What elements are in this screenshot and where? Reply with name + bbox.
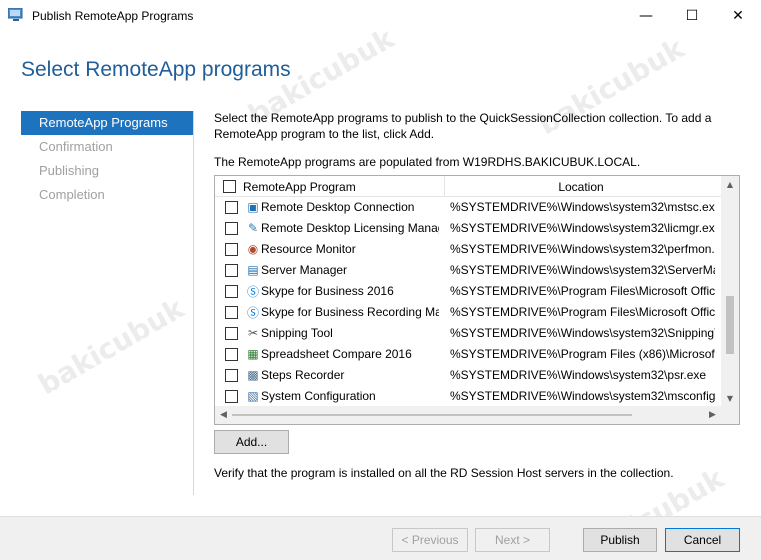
scissors-icon: ✂ (247, 326, 259, 340)
list-item[interactable]: ✂ Snipping Tool %SYSTEMDRIVE%\Windows\syst… (215, 323, 721, 344)
maximize-icon: ☐ (685, 7, 699, 24)
program-checkbox[interactable] (225, 348, 238, 361)
program-location: %SYSTEMDRIVE%\Windows\system32\ServerMan… (450, 263, 715, 277)
wizard-nav: RemoteApp Programs Confirmation Publishi… (21, 111, 193, 207)
nav-item-remoteapp-programs[interactable]: RemoteApp Programs (21, 111, 193, 135)
program-name: Skype for Business Recording Manager (261, 305, 439, 319)
program-name: System Configuration (261, 389, 376, 403)
list-header: RemoteApp Program Location (215, 176, 721, 197)
program-location: %SYSTEMDRIVE%\Program Files (x86)\Micros… (450, 347, 715, 361)
watermark: bakicubuk (32, 291, 190, 402)
list-item[interactable]: Ⓢ Skype for Business 2016 %SYSTEMDRIVE%\Pr… (215, 281, 721, 302)
scroll-right-icon[interactable]: ▶ (704, 406, 721, 424)
cancel-button[interactable]: Cancel (665, 528, 740, 552)
program-checkbox[interactable] (225, 201, 238, 214)
list-item[interactable]: ⓈSkype for Business Recording Manager %SY… (215, 302, 721, 323)
nav-item-completion: Completion (39, 187, 105, 202)
remote-desktop-icon: ▣ (247, 200, 259, 214)
program-rows: ▣ Remote Desktop Connection %SYSTEMDRIVE%\… (215, 197, 721, 407)
horizontal-scroll-thumb[interactable] (232, 414, 632, 416)
previous-button[interactable]: < Previous (392, 528, 468, 552)
program-checkbox[interactable] (225, 369, 238, 382)
steps-recorder-icon: ▩ (247, 368, 259, 382)
publish-button[interactable]: Publish (583, 528, 657, 552)
list-item[interactable]: ▧ System Configuration %SYSTEMDRIVE%\Windo… (215, 386, 721, 407)
column-header-program[interactable]: RemoteApp Program (243, 180, 356, 194)
program-checkbox[interactable] (225, 390, 238, 403)
program-location: %SYSTEMDRIVE%\Windows\system32\perfmon.e… (450, 242, 715, 256)
nav-item-confirmation: Confirmation (39, 139, 113, 154)
vertical-scrollbar[interactable]: ▲ ▼ (721, 176, 739, 407)
program-name: Steps Recorder (261, 368, 345, 382)
list-item[interactable]: ▣ Remote Desktop Connection %SYSTEMDRIVE%\… (215, 197, 721, 218)
program-name: Snipping Tool (261, 326, 333, 340)
program-location: %SYSTEMDRIVE%\Windows\system32\licmgr.ex… (450, 221, 715, 235)
program-name: Remote Desktop Licensing Manager (261, 221, 439, 235)
program-name: Remote Desktop Connection (261, 200, 415, 214)
close-icon: ✕ (732, 7, 744, 24)
title-bar[interactable]: Publish RemoteApp Programs — ☐ ✕ (0, 0, 761, 31)
program-location: %SYSTEMDRIVE%\Windows\system32\mstsc.exe (450, 200, 715, 214)
list-item[interactable]: ✎ Remote Desktop Licensing Manager %SYSTEM… (215, 218, 721, 239)
list-item[interactable]: ◉ Resource Monitor %SYSTEMDRIVE%\Windows\s… (215, 239, 721, 260)
list-item[interactable]: ▦ Spreadsheet Compare 2016 %SYSTEMDRIVE%\P… (215, 344, 721, 365)
program-location: %SYSTEMDRIVE%\Windows\system32\psr.exe (450, 368, 707, 382)
spreadsheet-compare-icon: ▦ (247, 347, 259, 361)
minimize-button[interactable]: — (623, 0, 669, 31)
program-location: %SYSTEMDRIVE%\Windows\system32\SnippingT… (450, 326, 715, 340)
skype-recording-icon: Ⓢ (246, 305, 259, 320)
scroll-left-icon[interactable]: ◀ (215, 406, 232, 424)
program-location: %SYSTEMDRIVE%\Windows\system32\msconfig.… (450, 389, 715, 403)
program-name: Skype for Business 2016 (261, 284, 394, 298)
program-name: Spreadsheet Compare 2016 (261, 347, 412, 361)
footer: < Previous Next > Publish Cancel (0, 516, 761, 560)
program-checkbox[interactable] (225, 285, 238, 298)
horizontal-scrollbar[interactable]: ◀ ▶ (215, 406, 721, 424)
select-all-checkbox[interactable] (223, 180, 236, 193)
resource-monitor-icon: ◉ (247, 242, 259, 256)
page-title: Select RemoteApp programs (21, 58, 291, 81)
verify-text: Verify that the program is installed on … (214, 466, 674, 480)
description-text: Select the RemoteApp programs to publish… (214, 111, 712, 141)
list-item[interactable]: ▩ Steps Recorder %SYSTEMDRIVE%\Windows\sys… (215, 365, 721, 386)
program-checkbox[interactable] (225, 243, 238, 256)
program-name: Server Manager (261, 263, 348, 277)
populated-from-text: The RemoteApp programs are populated fro… (214, 155, 641, 169)
program-location: %SYSTEMDRIVE%\Program Files\Microsoft Of… (450, 305, 715, 319)
program-list[interactable]: RemoteApp Program Location ▣ Remote Deskt… (214, 175, 740, 425)
close-button[interactable]: ✕ (715, 0, 761, 31)
scroll-down-icon[interactable]: ▼ (721, 390, 739, 407)
system-config-icon: ▧ (247, 389, 259, 403)
program-checkbox[interactable] (225, 264, 238, 277)
app-icon (8, 8, 23, 21)
skype-icon: Ⓢ (246, 284, 259, 299)
minimize-icon: — (639, 7, 653, 24)
nav-divider (193, 111, 194, 495)
scroll-thumb[interactable] (726, 296, 734, 354)
program-name: Resource Monitor (261, 242, 356, 256)
program-checkbox[interactable] (225, 327, 238, 340)
column-header-location[interactable]: Location (445, 180, 717, 194)
scrollbar-corner (721, 406, 739, 424)
nav-item-publishing: Publishing (39, 163, 99, 178)
scroll-up-icon[interactable]: ▲ (721, 176, 739, 193)
next-button[interactable]: Next > (475, 528, 550, 552)
window-title: Publish RemoteApp Programs (32, 9, 194, 23)
licensing-icon: ✎ (247, 221, 259, 235)
server-manager-icon: ▤ (247, 263, 259, 277)
list-item[interactable]: ▤ Server Manager %SYSTEMDRIVE%\Windows\sys… (215, 260, 721, 281)
maximize-button[interactable]: ☐ (669, 0, 715, 31)
program-checkbox[interactable] (225, 222, 238, 235)
program-checkbox[interactable] (225, 306, 238, 319)
add-button[interactable]: Add... (214, 430, 289, 454)
program-location: %SYSTEMDRIVE%\Program Files\Microsoft Of… (450, 284, 715, 298)
